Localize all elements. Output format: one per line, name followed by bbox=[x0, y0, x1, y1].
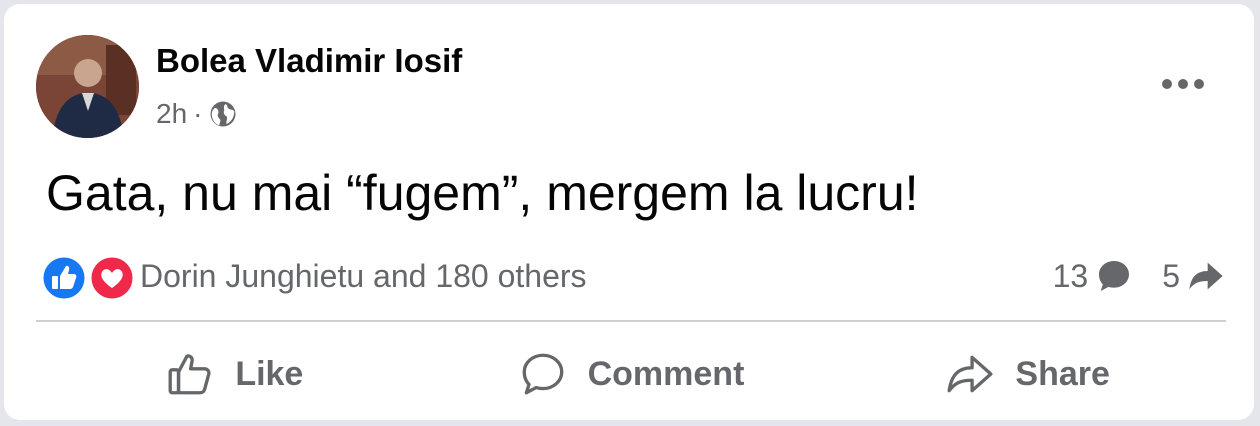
like-button[interactable]: Like bbox=[36, 342, 433, 406]
post-timestamp[interactable]: 2h bbox=[156, 98, 187, 130]
thumbs-up-icon bbox=[168, 354, 211, 395]
avatar-photo bbox=[36, 35, 139, 138]
author-name[interactable]: Bolea Vladimir Iosif bbox=[156, 42, 462, 80]
shares-count[interactable]: 5 bbox=[1162, 256, 1226, 296]
post-card: Bolea Vladimir Iosif 2h · Gata, nu mai “… bbox=[4, 4, 1254, 420]
reactions-summary[interactable]: Dorin Junghietu and 180 others bbox=[40, 250, 587, 302]
comment-label: Comment bbox=[587, 354, 745, 393]
like-label: Like bbox=[235, 354, 304, 393]
comment-icon bbox=[522, 353, 564, 395]
globe-icon[interactable] bbox=[208, 99, 238, 129]
share-icon bbox=[947, 355, 993, 393]
meta-separator: · bbox=[193, 98, 203, 129]
reaction-icons bbox=[40, 252, 136, 302]
share-button[interactable]: Share bbox=[829, 342, 1226, 406]
post-text: Gata, nu mai “fugem”, mergem la lucru! bbox=[46, 165, 919, 221]
love-reaction-icon bbox=[88, 254, 136, 302]
more-options-button[interactable] bbox=[1154, 64, 1212, 104]
post-meta: 2h · bbox=[156, 96, 238, 132]
comments-count[interactable]: 13 bbox=[1053, 256, 1135, 296]
shares-count-value: 5 bbox=[1162, 257, 1180, 294]
share-arrow-icon bbox=[1189, 262, 1223, 290]
actions-divider bbox=[36, 320, 1226, 322]
like-reaction-icon bbox=[40, 254, 88, 302]
comments-count-value: 13 bbox=[1052, 257, 1089, 294]
comment-button[interactable]: Comment bbox=[433, 342, 830, 406]
more-options-icon bbox=[1162, 79, 1204, 89]
author-avatar[interactable] bbox=[36, 35, 139, 138]
post-actions: Like Comment Share bbox=[36, 342, 1226, 406]
share-label: Share bbox=[1015, 354, 1110, 393]
reactions-summary-text: Dorin Junghietu and 180 others bbox=[140, 257, 587, 294]
comment-bubble-icon bbox=[1099, 261, 1130, 291]
engagement-stats: 13 5 bbox=[1053, 250, 1226, 302]
